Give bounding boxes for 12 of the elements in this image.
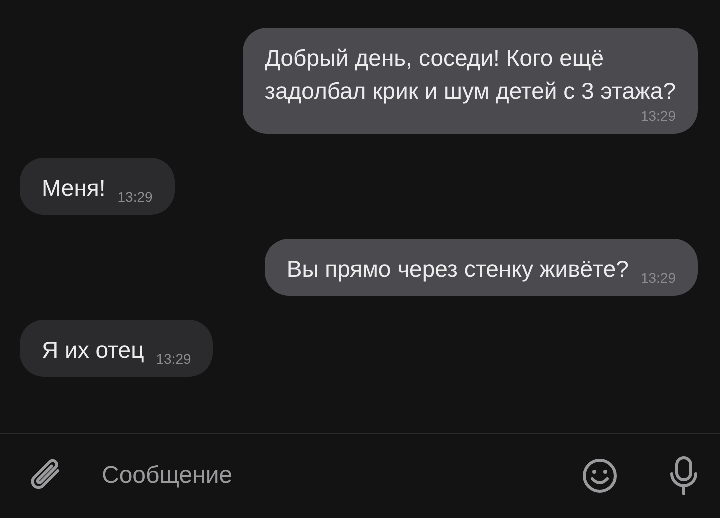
message-text: Вы прямо через стенку живёте?	[286, 256, 629, 282]
emoji-icon[interactable]	[582, 458, 618, 494]
message-time: 13:29	[118, 189, 153, 205]
message-text: Меня!	[42, 175, 106, 201]
message-time: 13:29	[156, 351, 192, 367]
message-text: Я их отец	[42, 337, 144, 363]
message-time: 13:29	[640, 270, 676, 286]
microphone-icon[interactable]	[670, 456, 698, 496]
message-text: задолбал крик и шум детей с 3 этажа?	[264, 77, 676, 106]
message-time: 13:29	[640, 108, 676, 124]
message-input[interactable]: Сообщение	[100, 455, 582, 497]
message-text: Добрый день, соседи! Кого ещё	[264, 44, 606, 73]
